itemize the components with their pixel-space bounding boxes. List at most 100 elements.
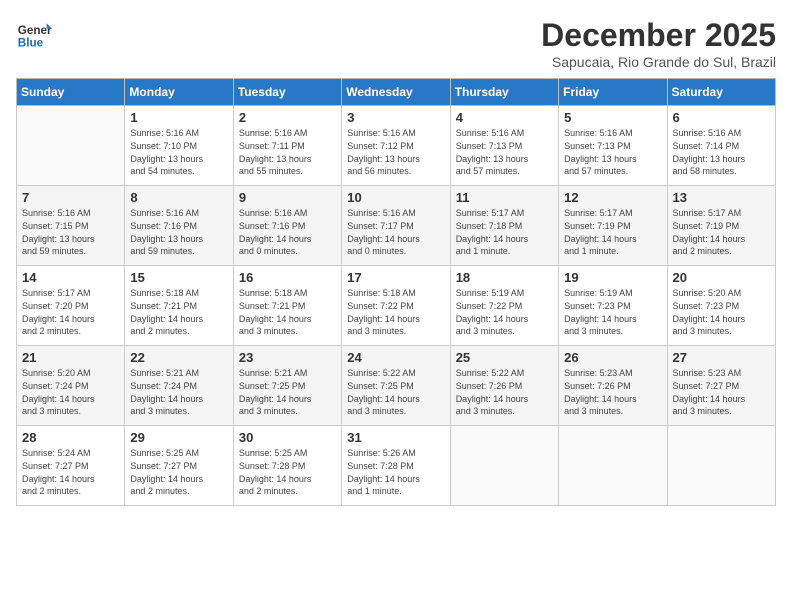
day-number: 7 [22,190,119,205]
day-info: Sunrise: 5:18 AM Sunset: 7:22 PM Dayligh… [347,287,444,337]
day-info: Sunrise: 5:16 AM Sunset: 7:11 PM Dayligh… [239,127,336,177]
day-info: Sunrise: 5:16 AM Sunset: 7:15 PM Dayligh… [22,207,119,257]
day-info: Sunrise: 5:17 AM Sunset: 7:19 PM Dayligh… [673,207,770,257]
day-info: Sunrise: 5:19 AM Sunset: 7:22 PM Dayligh… [456,287,553,337]
calendar-week-2: 7 Sunrise: 5:16 AM Sunset: 7:15 PM Daylig… [17,186,776,266]
weekday-header-row: SundayMondayTuesdayWednesdayThursdayFrid… [17,79,776,106]
title-block: December 2025 Sapucaia, Rio Grande do Su… [541,16,776,70]
calendar-week-4: 21 Sunrise: 5:20 AM Sunset: 7:24 PM Dayli… [17,346,776,426]
day-info: Sunrise: 5:16 AM Sunset: 7:14 PM Dayligh… [673,127,770,177]
day-number: 14 [22,270,119,285]
logo-icon: General Blue [16,16,52,52]
calendar-cell: 1 Sunrise: 5:16 AM Sunset: 7:10 PM Daylig… [125,106,233,186]
day-info: Sunrise: 5:16 AM Sunset: 7:16 PM Dayligh… [239,207,336,257]
day-info: Sunrise: 5:17 AM Sunset: 7:18 PM Dayligh… [456,207,553,257]
calendar-cell: 23Sunrise: 5:21 AM Sunset: 7:25 PM Dayli… [233,346,341,426]
day-info: Sunrise: 5:16 AM Sunset: 7:13 PM Dayligh… [456,127,553,177]
calendar-cell: 22 Sunrise: 5:21 AM Sunset: 7:24 PM Dayli… [125,346,233,426]
day-number: 26 [564,350,661,365]
weekday-saturday: Saturday [667,79,775,106]
day-info: Sunrise: 5:20 AM Sunset: 7:24 PM Dayligh… [22,367,119,417]
day-info: Sunrise: 5:25 AM Sunset: 7:27 PM Dayligh… [130,447,227,497]
weekday-sunday: Sunday [17,79,125,106]
calendar-cell: 2 Sunrise: 5:16 AM Sunset: 7:11 PM Daylig… [233,106,341,186]
day-info: Sunrise: 5:16 AM Sunset: 7:17 PM Dayligh… [347,207,444,257]
day-info: Sunrise: 5:19 AM Sunset: 7:23 PM Dayligh… [564,287,661,337]
weekday-friday: Friday [559,79,667,106]
calendar-cell [667,426,775,506]
calendar-subtitle: Sapucaia, Rio Grande do Sul, Brazil [541,54,776,70]
calendar-cell [559,426,667,506]
day-number: 6 [673,110,770,125]
day-number: 21 [22,350,119,365]
calendar-table: SundayMondayTuesdayWednesdayThursdayFrid… [16,78,776,506]
weekday-wednesday: Wednesday [342,79,450,106]
calendar-cell: 19Sunrise: 5:19 AM Sunset: 7:23 PM Dayli… [559,266,667,346]
calendar-cell: 20Sunrise: 5:20 AM Sunset: 7:23 PM Dayli… [667,266,775,346]
day-number: 22 [130,350,227,365]
day-number: 30 [239,430,336,445]
day-number: 3 [347,110,444,125]
day-info: Sunrise: 5:18 AM Sunset: 7:21 PM Dayligh… [130,287,227,337]
day-info: Sunrise: 5:17 AM Sunset: 7:19 PM Dayligh… [564,207,661,257]
day-number: 2 [239,110,336,125]
weekday-monday: Monday [125,79,233,106]
calendar-cell: 12 Sunrise: 5:17 AM Sunset: 7:19 PM Dayli… [559,186,667,266]
day-number: 9 [239,190,336,205]
calendar-cell: 18 Sunrise: 5:19 AM Sunset: 7:22 PM Dayli… [450,266,558,346]
day-number: 31 [347,430,444,445]
calendar-cell: 10Sunrise: 5:16 AM Sunset: 7:17 PM Dayli… [342,186,450,266]
day-info: Sunrise: 5:22 AM Sunset: 7:26 PM Dayligh… [456,367,553,417]
calendar-cell: 26 Sunrise: 5:23 AM Sunset: 7:26 PM Dayli… [559,346,667,426]
calendar-cell: 27Sunrise: 5:23 AM Sunset: 7:27 PM Dayli… [667,346,775,426]
day-number: 4 [456,110,553,125]
day-number: 12 [564,190,661,205]
day-number: 8 [130,190,227,205]
calendar-cell: 6 Sunrise: 5:16 AM Sunset: 7:14 PM Daylig… [667,106,775,186]
day-number: 18 [456,270,553,285]
day-number: 17 [347,270,444,285]
day-info: Sunrise: 5:16 AM Sunset: 7:12 PM Dayligh… [347,127,444,177]
day-info: Sunrise: 5:23 AM Sunset: 7:26 PM Dayligh… [564,367,661,417]
calendar-cell: 14Sunrise: 5:17 AM Sunset: 7:20 PM Dayli… [17,266,125,346]
day-info: Sunrise: 5:16 AM Sunset: 7:10 PM Dayligh… [130,127,227,177]
day-info: Sunrise: 5:18 AM Sunset: 7:21 PM Dayligh… [239,287,336,337]
calendar-cell: 5Sunrise: 5:16 AM Sunset: 7:13 PM Daylig… [559,106,667,186]
day-info: Sunrise: 5:16 AM Sunset: 7:16 PM Dayligh… [130,207,227,257]
calendar-cell: 3 Sunrise: 5:16 AM Sunset: 7:12 PM Daylig… [342,106,450,186]
day-number: 23 [239,350,336,365]
calendar-cell: 29Sunrise: 5:25 AM Sunset: 7:27 PM Dayli… [125,426,233,506]
day-number: 1 [130,110,227,125]
calendar-cell: 9 Sunrise: 5:16 AM Sunset: 7:16 PM Daylig… [233,186,341,266]
calendar-week-1: 1 Sunrise: 5:16 AM Sunset: 7:10 PM Daylig… [17,106,776,186]
day-number: 20 [673,270,770,285]
day-number: 24 [347,350,444,365]
calendar-cell: 13Sunrise: 5:17 AM Sunset: 7:19 PM Dayli… [667,186,775,266]
logo: General Blue [16,16,52,52]
calendar-week-5: 28Sunrise: 5:24 AM Sunset: 7:27 PM Dayli… [17,426,776,506]
calendar-cell: 30 Sunrise: 5:25 AM Sunset: 7:28 PM Dayli… [233,426,341,506]
calendar-cell: 7 Sunrise: 5:16 AM Sunset: 7:15 PM Daylig… [17,186,125,266]
day-info: Sunrise: 5:25 AM Sunset: 7:28 PM Dayligh… [239,447,336,497]
day-info: Sunrise: 5:24 AM Sunset: 7:27 PM Dayligh… [22,447,119,497]
calendar-cell: 24Sunrise: 5:22 AM Sunset: 7:25 PM Dayli… [342,346,450,426]
day-number: 27 [673,350,770,365]
calendar-cell: 25Sunrise: 5:22 AM Sunset: 7:26 PM Dayli… [450,346,558,426]
calendar-cell: 11 Sunrise: 5:17 AM Sunset: 7:18 PM Dayli… [450,186,558,266]
calendar-cell: 16Sunrise: 5:18 AM Sunset: 7:21 PM Dayli… [233,266,341,346]
calendar-cell: 31Sunrise: 5:26 AM Sunset: 7:28 PM Dayli… [342,426,450,506]
day-number: 15 [130,270,227,285]
calendar-cell: 21 Sunrise: 5:20 AM Sunset: 7:24 PM Dayli… [17,346,125,426]
weekday-thursday: Thursday [450,79,558,106]
calendar-cell [450,426,558,506]
calendar-cell: 4 Sunrise: 5:16 AM Sunset: 7:13 PM Daylig… [450,106,558,186]
day-number: 11 [456,190,553,205]
calendar-week-3: 14Sunrise: 5:17 AM Sunset: 7:20 PM Dayli… [17,266,776,346]
day-number: 5 [564,110,661,125]
calendar-title: December 2025 [541,16,776,54]
day-info: Sunrise: 5:21 AM Sunset: 7:24 PM Dayligh… [130,367,227,417]
calendar-cell: 8 Sunrise: 5:16 AM Sunset: 7:16 PM Daylig… [125,186,233,266]
svg-text:Blue: Blue [18,37,44,50]
calendar-cell: 15 Sunrise: 5:18 AM Sunset: 7:21 PM Dayli… [125,266,233,346]
weekday-tuesday: Tuesday [233,79,341,106]
